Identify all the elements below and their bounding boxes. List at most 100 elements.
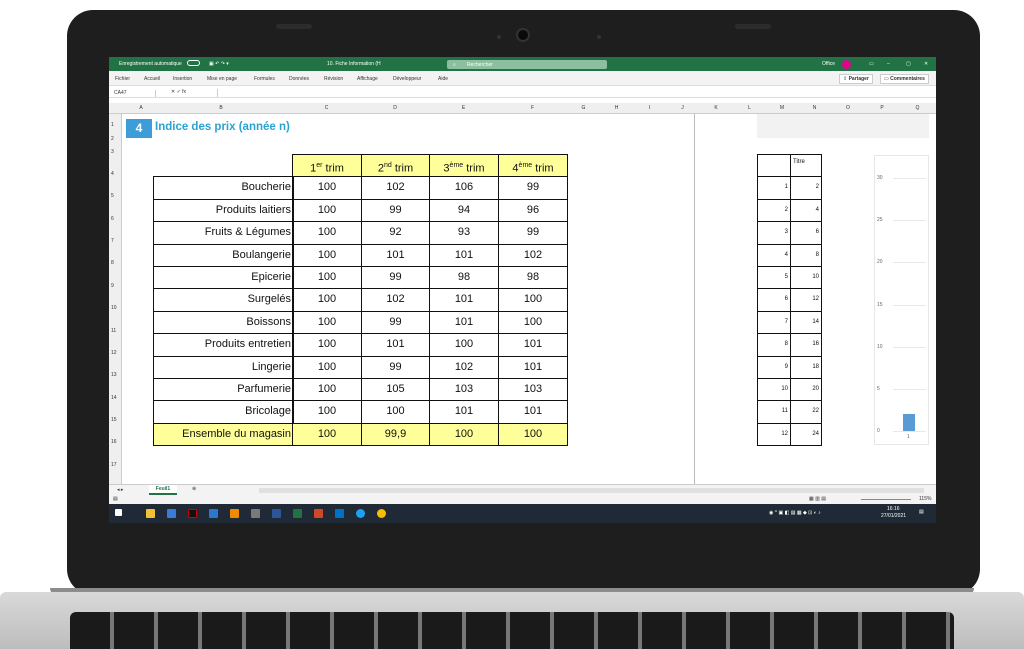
column-header[interactable]: J — [666, 105, 699, 111]
side-index[interactable]: 6 — [757, 288, 791, 312]
index-value[interactable]: 100 — [292, 400, 362, 424]
side-index[interactable]: 11 — [757, 400, 791, 424]
row-header[interactable]: 1 — [111, 122, 114, 128]
index-value[interactable]: 100 — [292, 355, 362, 379]
menu-developpeur[interactable]: Développeur — [393, 76, 421, 82]
share-button[interactable]: ⇪ Partager — [839, 74, 873, 84]
index-value[interactable]: 100 — [498, 310, 568, 335]
menu-aide[interactable]: Aide — [438, 76, 448, 82]
edge-icon[interactable] — [356, 509, 365, 518]
menu-fichier[interactable]: Fichier — [115, 76, 130, 82]
add-sheet-icon[interactable]: ⊕ — [192, 486, 196, 492]
column-header[interactable]: B — [150, 105, 292, 111]
app-icon[interactable] — [167, 509, 176, 518]
category-label[interactable]: Boucherie — [153, 176, 294, 200]
column-header[interactable]: L — [733, 105, 766, 111]
menu-mise-en-page[interactable]: Mise en page — [207, 76, 237, 82]
side-value[interactable]: 22 — [790, 400, 822, 424]
app-icon[interactable] — [230, 509, 239, 518]
side-value[interactable]: 18 — [790, 355, 822, 379]
category-label[interactable]: Produits laitiers — [153, 198, 294, 223]
autosave-toggle[interactable] — [187, 60, 200, 66]
index-value[interactable]: 99 — [498, 221, 568, 245]
side-index[interactable]: 9 — [757, 355, 791, 379]
row-header[interactable]: 2 — [111, 136, 114, 142]
index-value[interactable]: 101 — [498, 333, 568, 357]
column-header[interactable]: E — [429, 105, 498, 111]
index-value[interactable]: 100 — [292, 221, 362, 245]
quarter-header[interactable]: 2nd trim — [361, 154, 430, 178]
total-label[interactable]: Ensemble du magasin — [153, 422, 294, 447]
search-box[interactable]: ⌕ Rechercher — [447, 60, 607, 69]
name-box[interactable]: CA47 — [114, 90, 156, 97]
app-icon[interactable] — [251, 509, 260, 518]
row-header[interactable]: 15 — [111, 417, 117, 423]
category-label[interactable]: Boulangerie — [153, 243, 294, 267]
index-value[interactable]: 101 — [429, 288, 499, 312]
avatar[interactable] — [842, 60, 851, 69]
category-label[interactable]: Epicerie — [153, 266, 294, 290]
side-value[interactable]: 16 — [790, 333, 822, 357]
column-header[interactable]: F — [498, 105, 567, 111]
index-value[interactable]: 100 — [429, 333, 499, 357]
side-index[interactable]: 8 — [757, 333, 791, 357]
row-header[interactable]: 8 — [111, 260, 114, 266]
column-header[interactable]: P — [865, 105, 899, 111]
formula-input[interactable] — [217, 89, 929, 97]
index-value[interactable]: 93 — [429, 221, 499, 245]
quarter-header[interactable]: 3ème trim — [429, 154, 499, 178]
column-header[interactable]: M — [766, 105, 798, 111]
column-header[interactable]: D — [361, 105, 429, 111]
notification-icon[interactable]: ▤ — [919, 509, 924, 515]
index-value[interactable]: 101 — [429, 400, 499, 424]
app-icon[interactable] — [188, 509, 197, 518]
index-value[interactable]: 98 — [498, 266, 568, 290]
index-value[interactable]: 103 — [429, 378, 499, 402]
maximize-icon[interactable]: ▢ — [906, 61, 911, 67]
column-header[interactable]: C — [292, 105, 361, 111]
total-value[interactable]: 99,9 — [361, 422, 430, 447]
row-header[interactable]: 5 — [111, 193, 114, 199]
index-value[interactable]: 102 — [361, 288, 430, 312]
index-value[interactable]: 99 — [361, 355, 430, 379]
side-value[interactable]: 24 — [790, 422, 822, 447]
index-value[interactable]: 94 — [429, 198, 499, 223]
file-explorer-icon[interactable] — [146, 509, 155, 518]
index-value[interactable]: 100 — [292, 378, 362, 402]
app-icon[interactable] — [209, 509, 218, 518]
menu-accueil[interactable]: Accueil — [144, 76, 160, 82]
excel-icon[interactable] — [293, 509, 302, 518]
row-header[interactable]: 12 — [111, 350, 117, 356]
menu-formules[interactable]: Formules — [254, 76, 275, 82]
side-value[interactable]: 10 — [790, 266, 822, 290]
index-value[interactable]: 99 — [361, 310, 430, 335]
column-header[interactable]: G — [567, 105, 600, 111]
side-index[interactable]: 1 — [757, 176, 791, 200]
row-header[interactable]: 11 — [111, 328, 116, 334]
column-header[interactable]: H — [600, 105, 633, 111]
row-header[interactable]: 10 — [111, 305, 117, 311]
row-header[interactable]: 16 — [111, 439, 117, 445]
menu-donnees[interactable]: Données — [289, 76, 309, 82]
side-index[interactable]: 3 — [757, 221, 791, 245]
category-label[interactable]: Bricolage — [153, 400, 294, 424]
index-value[interactable]: 100 — [292, 243, 362, 267]
side-index[interactable]: 5 — [757, 266, 791, 290]
index-value[interactable]: 100 — [292, 310, 362, 335]
tab-nav-icon[interactable]: ◂ ▸ — [117, 487, 123, 493]
column-header[interactable]: I — [633, 105, 666, 111]
side-index[interactable]: 12 — [757, 422, 791, 447]
index-value[interactable]: 100 — [292, 288, 362, 312]
total-value[interactable]: 100 — [429, 422, 499, 447]
side-index[interactable]: 4 — [757, 243, 791, 267]
index-value[interactable]: 98 — [429, 266, 499, 290]
column-header[interactable]: K — [699, 105, 733, 111]
side-value[interactable]: 4 — [790, 198, 822, 223]
column-header[interactable]: Q — [899, 105, 936, 111]
side-value[interactable]: 14 — [790, 310, 822, 335]
row-header[interactable]: 6 — [111, 216, 114, 222]
quarter-header[interactable]: 4ème trim — [498, 154, 568, 178]
chrome-icon[interactable] — [377, 509, 386, 518]
index-value[interactable]: 100 — [292, 176, 362, 200]
index-value[interactable]: 105 — [361, 378, 430, 402]
